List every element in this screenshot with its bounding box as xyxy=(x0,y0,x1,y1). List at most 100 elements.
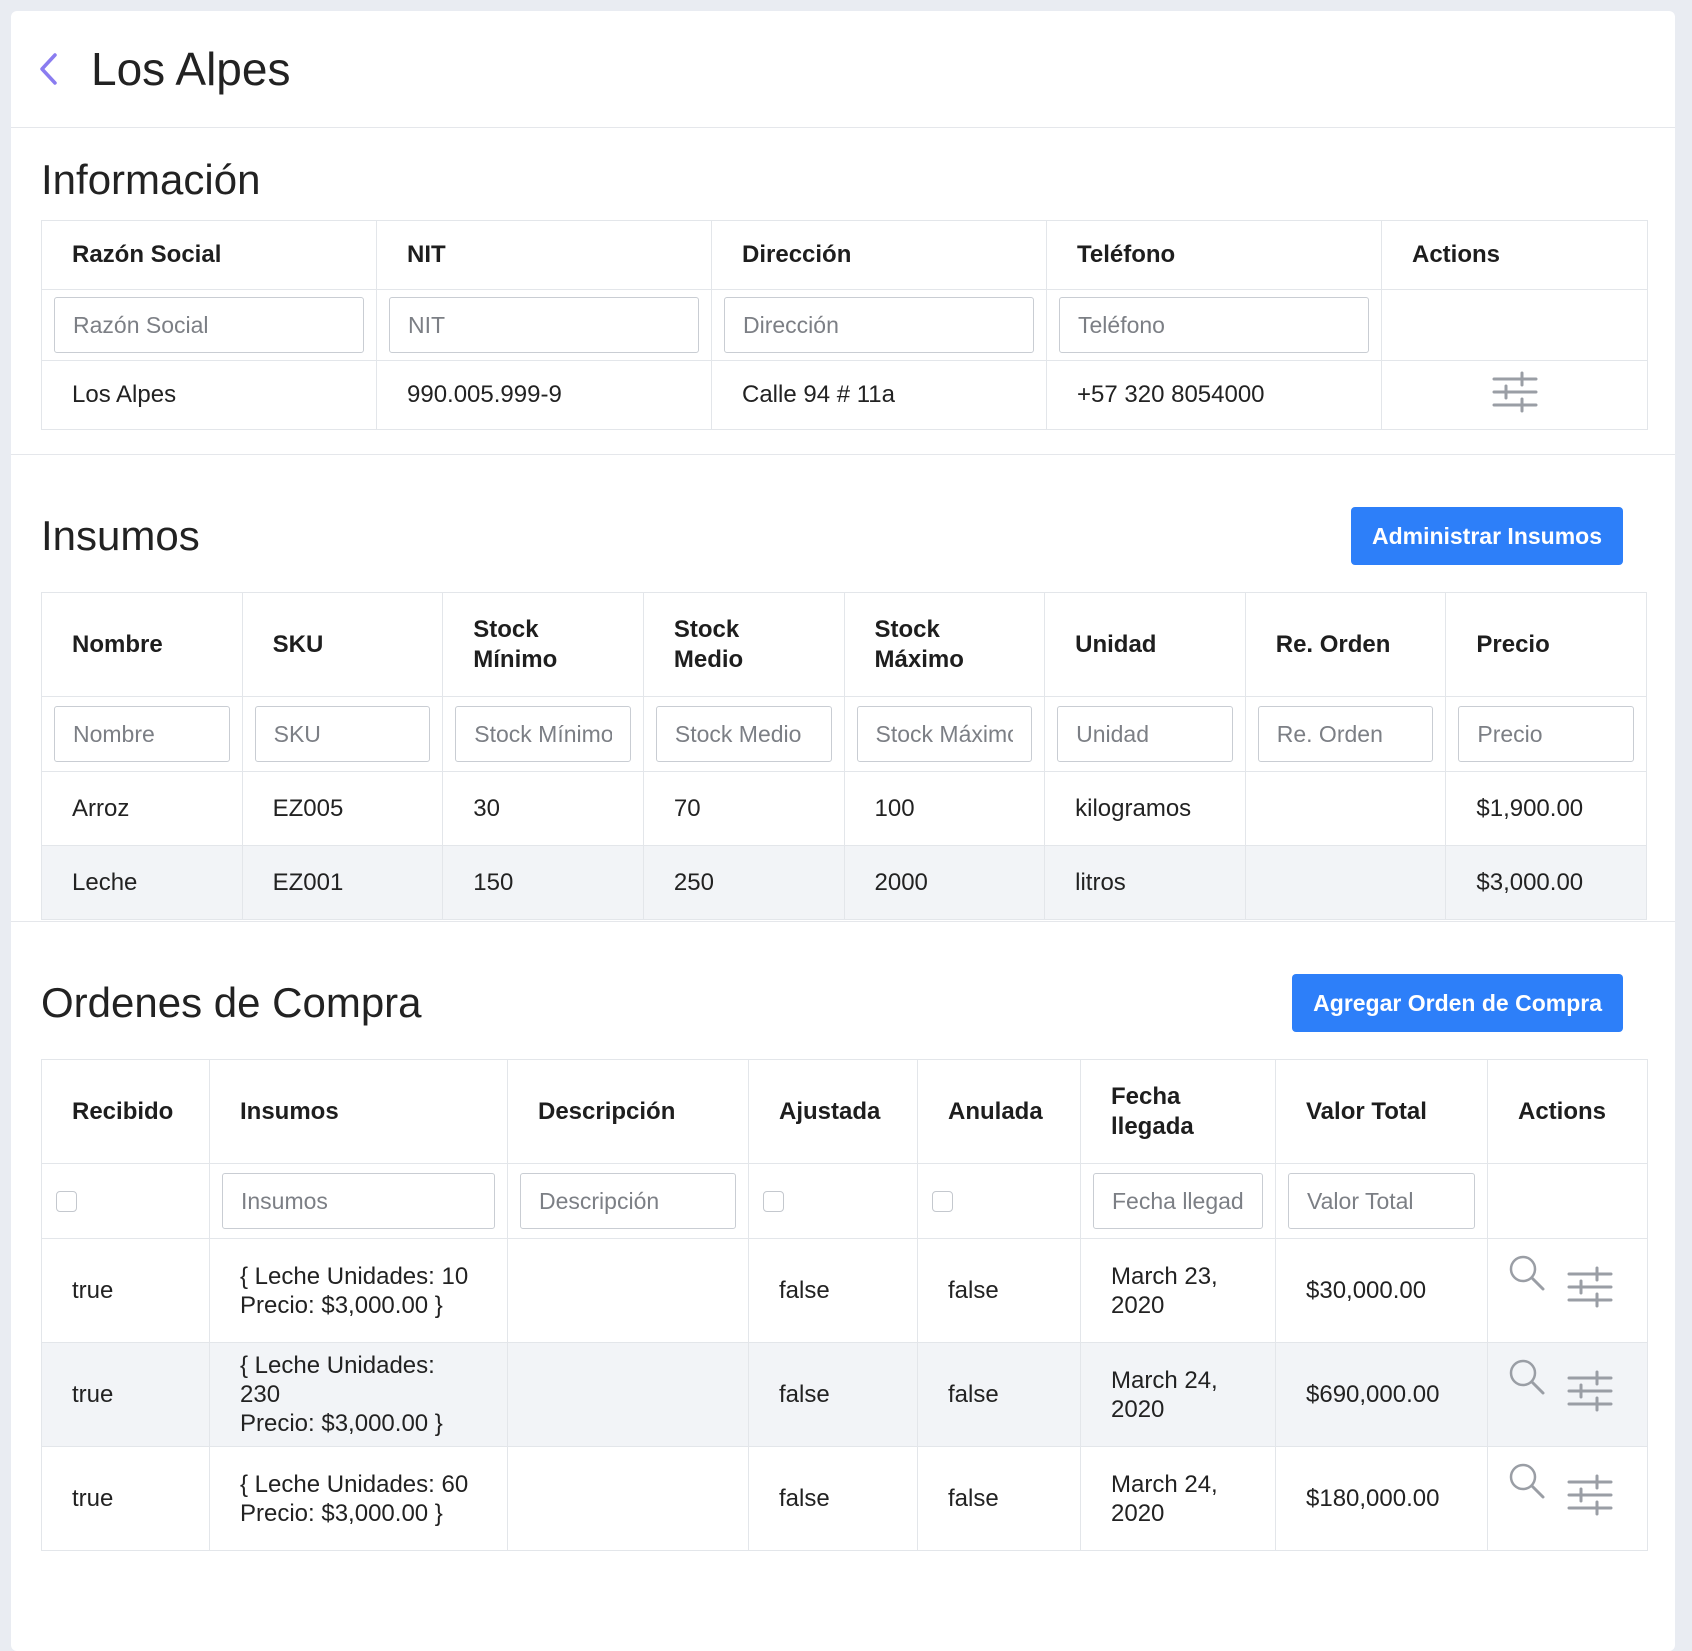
info-heading: Información xyxy=(41,156,261,203)
nombre-cell: Leche xyxy=(41,845,243,920)
fecha-llegada-filter[interactable] xyxy=(1093,1173,1263,1229)
unidad-cell: kilogramos xyxy=(1044,771,1246,846)
descripcion-cell xyxy=(507,1342,749,1447)
col-stock-minimo: Stock Mínimo xyxy=(442,592,644,697)
col-telefono: Teléfono xyxy=(1046,220,1382,290)
nit-filter[interactable] xyxy=(389,297,699,353)
stock-maximo-cell: 100 xyxy=(843,771,1046,846)
search-icon xyxy=(1509,1359,1545,1395)
edit-settings-button[interactable] xyxy=(1492,371,1538,420)
anulada-cell: false xyxy=(917,1342,1081,1447)
insumos-cell: { Leche Unidades: 60 Precio: $3,000.00 } xyxy=(209,1446,508,1551)
view-button[interactable] xyxy=(1508,1462,1546,1507)
fecha-llegada-cell: March 24, 2020 xyxy=(1080,1446,1276,1551)
re-orden-cell xyxy=(1244,771,1447,846)
re-orden-filter[interactable] xyxy=(1257,706,1434,762)
col-stock-medio: Stock Medio xyxy=(642,592,845,697)
agregar-orden-button[interactable]: Agregar Orden de Compra xyxy=(1292,974,1623,1032)
table-row: Leche EZ001 150 250 2000 litros $3,000.0… xyxy=(41,845,1647,920)
precio-filter[interactable] xyxy=(1458,706,1634,762)
col-stock-maximo: Stock Máximo xyxy=(843,592,1046,697)
precio-cell: $1,900.00 xyxy=(1445,771,1647,846)
col-unidad: Unidad xyxy=(1044,592,1246,697)
stock-maximo-filter[interactable] xyxy=(856,706,1033,762)
page-card: Los Alpes Información Razón Social NIT D… xyxy=(11,11,1675,1651)
stock-medio-cell: 70 xyxy=(642,771,845,846)
insumos-header-row: Nombre SKU Stock Mínimo Stock Medio Stoc… xyxy=(41,592,1647,697)
descripcion-cell xyxy=(507,1446,749,1551)
sliders-icon xyxy=(1567,1370,1613,1412)
col-anulada: Anulada xyxy=(917,1059,1081,1164)
descripcion-filter[interactable] xyxy=(520,1173,736,1229)
info-filter-row xyxy=(41,289,1648,361)
ordenes-heading: Ordenes de Compra xyxy=(41,979,422,1026)
insumos-filter-row xyxy=(41,696,1647,772)
view-button[interactable] xyxy=(1508,1358,1546,1403)
stock-medio-cell: 250 xyxy=(642,845,845,920)
sku-filter[interactable] xyxy=(254,706,431,762)
ajustada-filter-checkbox[interactable] xyxy=(763,1191,784,1213)
stock-maximo-cell: 2000 xyxy=(843,845,1046,920)
page-header: Los Alpes xyxy=(11,11,1675,128)
stock-medio-filter[interactable] xyxy=(655,706,832,762)
search-icon xyxy=(1509,1463,1545,1499)
col-insumos: Insumos xyxy=(209,1059,508,1164)
actions-cell xyxy=(1487,1446,1648,1551)
sliders-icon xyxy=(1567,1266,1613,1308)
sku-cell: EZ005 xyxy=(241,771,444,846)
col-valor-total: Valor Total xyxy=(1275,1059,1488,1164)
fecha-llegada-cell: March 24, 2020 xyxy=(1080,1342,1276,1447)
anulada-cell: false xyxy=(917,1238,1081,1343)
ajustada-cell: false xyxy=(748,1238,918,1343)
col-ajustada: Ajustada xyxy=(748,1059,918,1164)
col-razon-social: Razón Social xyxy=(41,220,377,290)
sliders-icon xyxy=(1492,371,1537,412)
unidad-cell: litros xyxy=(1044,845,1246,920)
sliders-icon xyxy=(1567,1474,1613,1516)
table-row: true { Leche Unidades: 10 Precio: $3,000.… xyxy=(41,1238,1648,1343)
recibido-filter-checkbox[interactable] xyxy=(56,1191,77,1213)
stock-minimo-filter[interactable] xyxy=(455,706,631,762)
administrar-insumos-button[interactable]: Administrar Insumos xyxy=(1350,507,1623,565)
razon-social-cell: Los Alpes xyxy=(41,360,377,430)
unidad-filter[interactable] xyxy=(1057,706,1233,762)
back-button[interactable] xyxy=(37,49,67,89)
ordenes-filter-row xyxy=(41,1163,1648,1239)
insumos-filter[interactable] xyxy=(222,1173,495,1229)
direccion-cell: Calle 94 # 11a xyxy=(711,360,1047,430)
table-row: Los Alpes 990.005.999-9 Calle 94 # 11a +… xyxy=(41,360,1648,430)
table-row: true { Leche Unidades: 60 Precio: $3,000.… xyxy=(41,1446,1648,1551)
col-actions: Actions xyxy=(1381,220,1648,290)
col-sku: SKU xyxy=(241,592,444,697)
col-descripcion: Descripción xyxy=(507,1059,749,1164)
view-button[interactable] xyxy=(1508,1254,1546,1299)
adjust-button[interactable] xyxy=(1567,1370,1613,1419)
insumos-cell: { Leche Unidades: 10 Precio: $3,000.00 } xyxy=(209,1238,508,1343)
col-nombre: Nombre xyxy=(41,592,243,697)
col-fecha-llegada: Fecha llegada xyxy=(1080,1059,1276,1164)
valor-total-filter[interactable] xyxy=(1288,1173,1475,1229)
re-orden-cell xyxy=(1244,845,1447,920)
insumos-heading: Insumos xyxy=(41,512,200,559)
valor-total-cell: $180,000.00 xyxy=(1275,1446,1488,1551)
insumos-section: Insumos Administrar Insumos Nombre SKU S… xyxy=(11,455,1675,922)
recibido-cell: true xyxy=(41,1238,210,1343)
anulada-filter-checkbox[interactable] xyxy=(932,1191,953,1213)
descripcion-cell xyxy=(507,1238,749,1343)
chevron-left-icon xyxy=(40,53,57,85)
info-header-row: Razón Social NIT Dirección Teléfono Acti… xyxy=(41,220,1648,290)
col-nit: NIT xyxy=(376,220,712,290)
valor-total-cell: $30,000.00 xyxy=(1275,1238,1488,1343)
razon-social-filter[interactable] xyxy=(54,297,364,353)
info-table: Razón Social NIT Dirección Teléfono Acti… xyxy=(41,220,1648,430)
nit-cell: 990.005.999-9 xyxy=(376,360,712,430)
ajustada-cell: false xyxy=(748,1342,918,1447)
col-direccion: Dirección xyxy=(711,220,1047,290)
adjust-button[interactable] xyxy=(1567,1474,1613,1523)
nombre-filter[interactable] xyxy=(54,706,230,762)
direccion-filter[interactable] xyxy=(724,297,1034,353)
telefono-filter[interactable] xyxy=(1059,297,1369,353)
ordenes-header-row: Recibido Insumos Descripción Ajustada An… xyxy=(41,1059,1648,1164)
sku-cell: EZ001 xyxy=(241,845,444,920)
adjust-button[interactable] xyxy=(1567,1266,1613,1315)
